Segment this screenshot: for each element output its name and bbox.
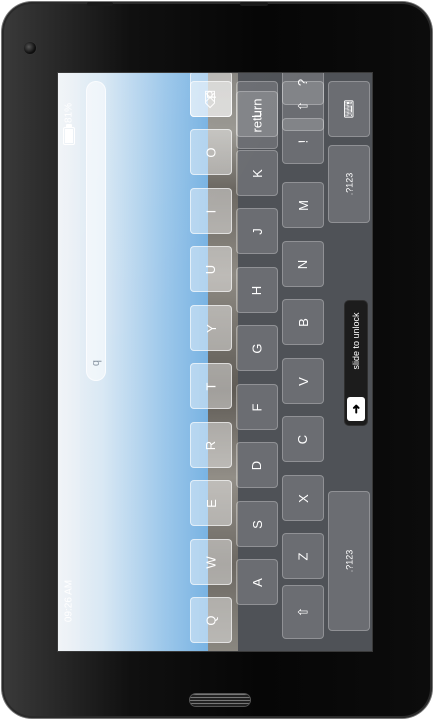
search-icon: q: [90, 359, 102, 367]
key-z[interactable]: Z: [282, 533, 324, 579]
key-c[interactable]: C: [282, 416, 324, 462]
key-n[interactable]: N: [282, 241, 324, 287]
hide-keyboard-key[interactable]: ⌨: [328, 81, 370, 137]
numbers-key-left[interactable]: .?123: [328, 491, 370, 631]
battery-percentage: 81%: [63, 102, 75, 124]
key-s[interactable]: S: [236, 501, 278, 547]
front-camera: [24, 42, 36, 54]
key-b[interactable]: B: [282, 299, 324, 345]
status-bar: 09:26 AM 81%: [58, 73, 80, 651]
key-x[interactable]: X: [282, 475, 324, 521]
key-v[interactable]: V: [282, 358, 324, 404]
speaker-grill: [190, 694, 250, 706]
clock-text: 09:26 AM: [63, 579, 75, 623]
return-key[interactable]: return: [236, 81, 278, 149]
lock-screen: 09:26 AM 81% q Q W E R T Y U I O P ⌫ A S D F G H J K Lretur…: [57, 72, 373, 652]
key-m[interactable]: M: [282, 182, 324, 228]
key-k[interactable]: K: [236, 150, 278, 196]
arrow-right-icon: ➜: [349, 403, 363, 415]
volume-button[interactable]: [87, 2, 113, 6]
key-i[interactable]: I: [190, 188, 232, 234]
key-e[interactable]: E: [190, 480, 232, 526]
numbers-key-right[interactable]: .?123: [328, 145, 370, 223]
unlock-slider-handle[interactable]: ➜: [347, 397, 365, 421]
key-h[interactable]: H: [236, 267, 278, 313]
key-f[interactable]: F: [236, 384, 278, 430]
key-j[interactable]: J: [236, 208, 278, 254]
key-r[interactable]: R: [190, 422, 232, 468]
power-button[interactable]: [240, 2, 268, 6]
delete-key[interactable]: ⌫: [190, 81, 232, 117]
slide-to-unlock[interactable]: slide to unlock ➜: [345, 301, 367, 425]
key-o[interactable]: O: [190, 129, 232, 175]
search-input[interactable]: [86, 81, 106, 381]
slide-to-unlock-label: slide to unlock: [351, 312, 361, 370]
key-a[interactable]: A: [236, 559, 278, 605]
key-u[interactable]: U: [190, 246, 232, 292]
key-t[interactable]: T: [190, 363, 232, 409]
key-y[interactable]: Y: [190, 305, 232, 351]
shift-key-right[interactable]: ⇧: [282, 81, 324, 131]
key-d[interactable]: D: [236, 442, 278, 488]
shift-key-left[interactable]: ⇧: [282, 585, 324, 639]
tablet-device: 09:26 AM 81% q Q W E R T Y U I O P ⌫ A S D F G H J K Lretur…: [2, 2, 432, 718]
battery-icon: [63, 124, 75, 145]
key-g[interactable]: G: [236, 325, 278, 371]
key-q[interactable]: Q: [190, 597, 232, 643]
key-w[interactable]: W: [190, 539, 232, 585]
